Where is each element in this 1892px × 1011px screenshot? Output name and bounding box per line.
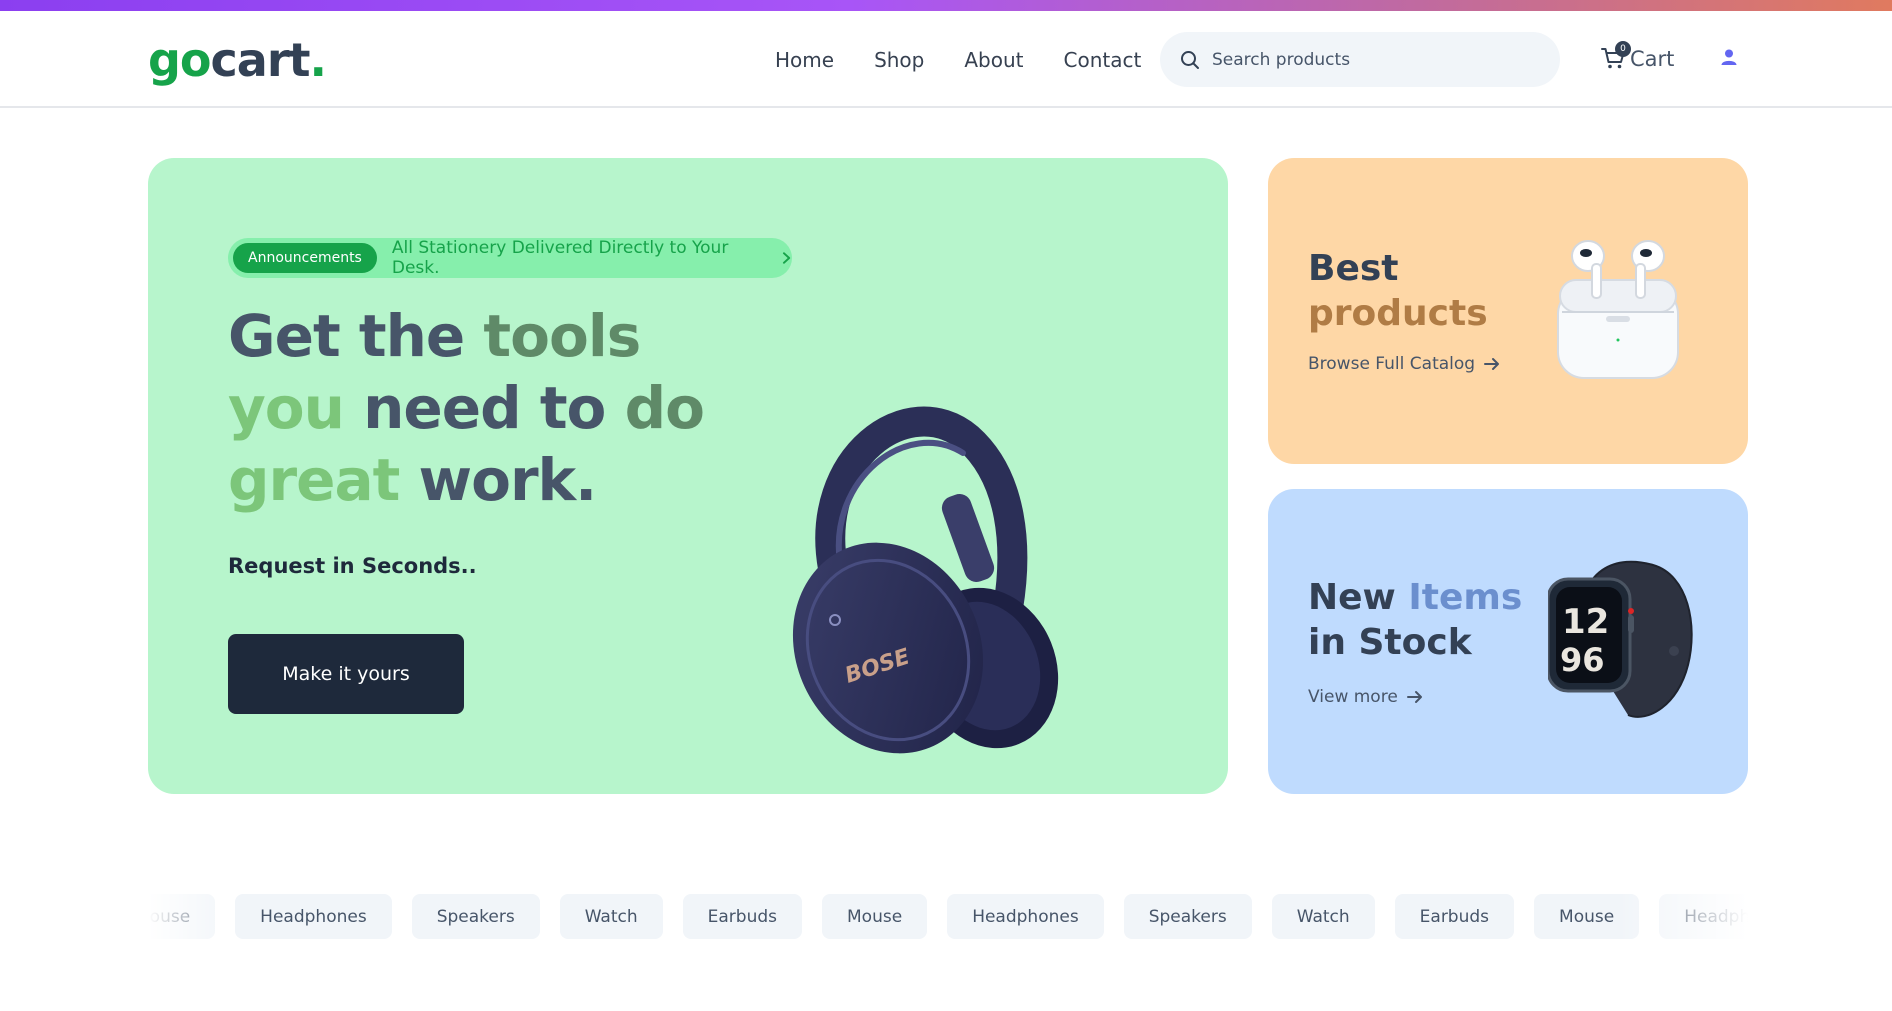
user-account-button[interactable] (1720, 48, 1738, 70)
cart-button[interactable]: 0 Cart (1600, 41, 1675, 73)
nav-home[interactable]: Home (775, 48, 834, 72)
cart-label: Cart (1630, 47, 1675, 71)
headphones-image: BOSE (792, 406, 1059, 754)
smartwatch-image: 12 96 (1548, 560, 1693, 718)
top-gradient-strip (0, 0, 1892, 11)
category-chip[interactable]: Mouse (1534, 894, 1640, 939)
new-items-title: New Items in Stock (1308, 577, 1523, 663)
announcement-badge: Announcements (233, 243, 377, 273)
user-icon (1721, 49, 1737, 65)
category-chip-list: Mouse Headphones Speakers Watch Earbuds … (148, 894, 1748, 939)
navbar: gocart. Home Shop About Contact 0 Cart (0, 11, 1892, 108)
arrow-right-icon (1484, 358, 1500, 370)
nav-contact[interactable]: Contact (1064, 48, 1142, 72)
hero-title: Get the tools you need to do great work. (228, 302, 705, 514)
earbuds-image (1557, 240, 1679, 379)
category-chip[interactable]: Headphones (1659, 894, 1748, 939)
logo-go: go (148, 33, 212, 87)
search-icon (1181, 50, 1199, 69)
category-chip[interactable]: Watch (559, 894, 663, 939)
svg-text:96: 96 (1560, 641, 1605, 679)
category-chip[interactable]: Watch (1271, 894, 1375, 939)
logo-dot: . (309, 33, 328, 87)
svg-text:12: 12 (1562, 602, 1609, 642)
main-nav: Home Shop About Contact (775, 48, 1141, 72)
logo[interactable]: gocart. (148, 37, 327, 83)
category-chip[interactable]: Speakers (411, 894, 540, 939)
category-chip[interactable]: Headphones (235, 894, 392, 939)
category-chip[interactable]: Earbuds (1394, 894, 1515, 939)
logo-cart: cart (210, 33, 311, 87)
chevron-right-icon (783, 252, 791, 264)
best-products-title: Best products (1308, 248, 1488, 334)
category-chip[interactable]: Earbuds (682, 894, 803, 939)
search-input[interactable] (1212, 49, 1532, 70)
category-carousel: Mouse Headphones Speakers Watch Earbuds … (148, 894, 1748, 940)
view-more-link[interactable]: View more (1308, 687, 1424, 707)
new-items-card[interactable]: New Items in Stock View more 12 96 (1268, 489, 1748, 794)
arrow-right-icon (1406, 691, 1422, 703)
category-chip[interactable]: Speakers (1123, 894, 1252, 939)
cart-count-badge: 0 (1615, 41, 1631, 57)
hero-banner: Announcements All Stationery Delivered D… (148, 158, 1228, 794)
hero-subtitle: Request in Seconds.. (228, 554, 477, 578)
category-chip[interactable]: Mouse (822, 894, 928, 939)
nav-shop[interactable]: Shop (874, 48, 924, 72)
make-it-yours-button[interactable]: Make it yours (228, 634, 464, 714)
category-chip[interactable]: Mouse (148, 894, 216, 939)
best-products-card[interactable]: Best products Browse Full Catalog (1268, 158, 1748, 464)
browse-catalog-link[interactable]: Browse Full Catalog (1308, 354, 1501, 374)
search-bar (1160, 32, 1560, 87)
nav-about[interactable]: About (964, 48, 1023, 72)
announcement-text: All Stationery Delivered Directly to You… (391, 238, 729, 278)
announcement-bar[interactable]: Announcements All Stationery Delivered D… (228, 238, 792, 278)
category-chip[interactable]: Headphones (947, 894, 1104, 939)
